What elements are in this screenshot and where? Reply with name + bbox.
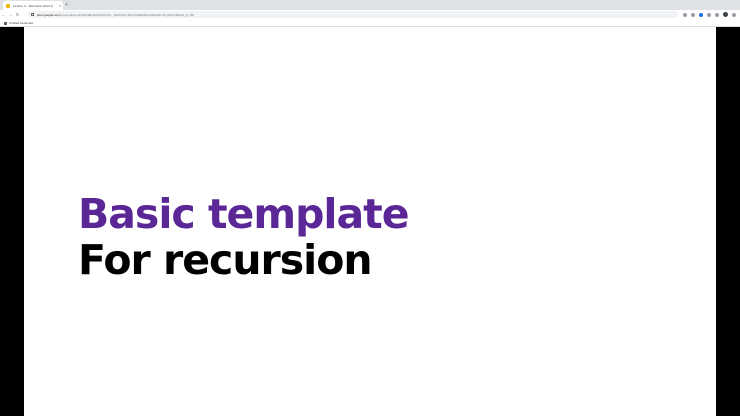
- toolbar: ← → ↻ docs.google.com/presentation/d/1h4…: [0, 10, 740, 20]
- tab-title: Lecture 4 – Recursion (Part 1): [13, 3, 54, 8]
- bookmark-folder-icon[interactable]: [4, 21, 7, 25]
- lock-icon[interactable]: [31, 13, 34, 16]
- reload-button[interactable]: ↻: [14, 12, 21, 18]
- tab-close-icon[interactable]: ×: [59, 3, 61, 8]
- url-text: docs.google.com/presentation/d/1h4lb8Ez3…: [37, 13, 194, 17]
- extension-icon[interactable]: [699, 12, 703, 17]
- url-host: docs.google.com: [37, 12, 60, 17]
- toolbar-icons: [683, 12, 736, 17]
- share-icon[interactable]: [683, 12, 687, 17]
- browser-window: Lecture 4 – Recursion (Part 1) × + ← → ↻…: [0, 0, 740, 416]
- menu-icon[interactable]: [732, 12, 736, 17]
- bookmarks-bar: Untitled bookmark: [0, 20, 740, 27]
- slide-subtitle: For recursion: [78, 236, 373, 284]
- url-path: /presentation/d/1h4lb8Ez3k5cD8vwL2x_1dPZ…: [59, 12, 195, 17]
- slides-favicon-icon: [6, 3, 10, 8]
- bookmark-label[interactable]: Untitled bookmark: [9, 21, 33, 25]
- tab-active[interactable]: Lecture 4 – Recursion (Part 1) ×: [3, 1, 63, 10]
- new-tab-button[interactable]: +: [65, 2, 68, 8]
- tab-strip: Lecture 4 – Recursion (Part 1) × +: [0, 0, 740, 10]
- slide-title: Basic template: [78, 190, 410, 238]
- address-bar[interactable]: docs.google.com/presentation/d/1h4lb8Ez3…: [28, 11, 678, 18]
- sidebar-icon[interactable]: [715, 12, 719, 17]
- forward-button[interactable]: →: [7, 12, 14, 18]
- puzzle-icon[interactable]: [707, 12, 711, 17]
- star-icon[interactable]: [691, 12, 695, 17]
- back-button[interactable]: ←: [0, 12, 7, 18]
- presentation-slide: Basic template For recursion: [24, 27, 716, 416]
- avatar[interactable]: [723, 12, 728, 17]
